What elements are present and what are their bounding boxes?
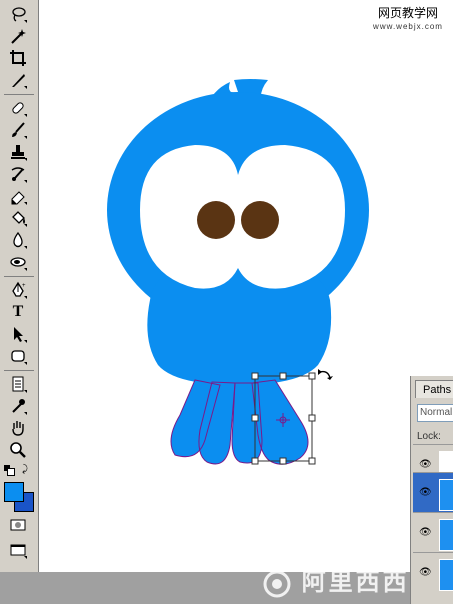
watermark-url: www.webjx.com xyxy=(373,22,443,31)
layer-row[interactable]: 👁 xyxy=(413,472,453,513)
dodge-icon[interactable] xyxy=(7,252,29,272)
toolbar-divider xyxy=(4,94,34,95)
lasso-icon[interactable] xyxy=(7,4,29,24)
notes-icon[interactable] xyxy=(7,374,29,394)
eye-icon[interactable]: 👁 xyxy=(419,567,432,578)
screen-mode-icon[interactable] xyxy=(7,540,29,560)
crop-icon[interactable] xyxy=(7,48,29,68)
watermark-bottom-text: 阿里西西 xyxy=(301,569,410,596)
paint-bucket-icon[interactable] xyxy=(7,208,29,228)
brush-icon[interactable] xyxy=(7,120,29,140)
healing-brush-icon[interactable] xyxy=(7,98,29,118)
tools-panel: + T ⤸ xyxy=(0,0,39,572)
document-canvas[interactable] xyxy=(39,0,453,572)
swap-colors-icon[interactable]: ⤸ xyxy=(22,464,28,475)
site-watermark: 网页教学网 www.webjx.com xyxy=(368,7,448,33)
layer-thumbnail xyxy=(439,559,453,591)
layer-thumbnail xyxy=(439,519,453,551)
svg-text:+: + xyxy=(22,283,26,289)
shape-icon[interactable] xyxy=(7,346,29,366)
pen-icon[interactable]: + xyxy=(7,280,29,300)
path-selection-icon[interactable] xyxy=(7,324,29,344)
eye-icon[interactable]: 👁 xyxy=(419,527,432,538)
toolbar-divider xyxy=(4,370,34,371)
history-brush-icon[interactable] xyxy=(7,164,29,184)
eraser-icon[interactable] xyxy=(7,186,29,206)
tab-paths[interactable]: Paths xyxy=(415,380,453,398)
paths-panel: Paths Normal Lock: 👁 👁 👁 👁 xyxy=(410,376,453,604)
eye-icon[interactable]: 👁 xyxy=(419,487,432,498)
type-icon[interactable]: T xyxy=(7,302,29,322)
toolbar-divider xyxy=(4,276,34,277)
zoom-icon[interactable] xyxy=(7,440,29,460)
watermark-logo-icon xyxy=(263,570,291,598)
magic-wand-icon[interactable] xyxy=(7,26,29,46)
blend-mode-select[interactable]: Normal xyxy=(417,404,453,422)
blur-icon[interactable] xyxy=(7,230,29,250)
layer-row[interactable]: 👁 xyxy=(413,512,453,553)
slice-icon[interactable] xyxy=(7,70,29,90)
eyedropper-icon[interactable] xyxy=(7,396,29,416)
quick-mask-icon[interactable] xyxy=(7,515,29,535)
layer-thumbnail xyxy=(439,479,453,511)
watermark-title: 网页教学网 xyxy=(377,6,438,20)
bird-illustration xyxy=(107,79,369,465)
eye-icon[interactable]: 👁 xyxy=(419,459,432,470)
default-colors-icon[interactable] xyxy=(4,465,15,476)
clone-stamp-icon[interactable] xyxy=(7,142,29,162)
foreground-color-swatch[interactable] xyxy=(4,482,24,502)
hand-icon[interactable] xyxy=(7,418,29,438)
layer-row[interactable]: 👁 xyxy=(413,552,453,593)
lock-label: Lock: xyxy=(417,431,441,442)
